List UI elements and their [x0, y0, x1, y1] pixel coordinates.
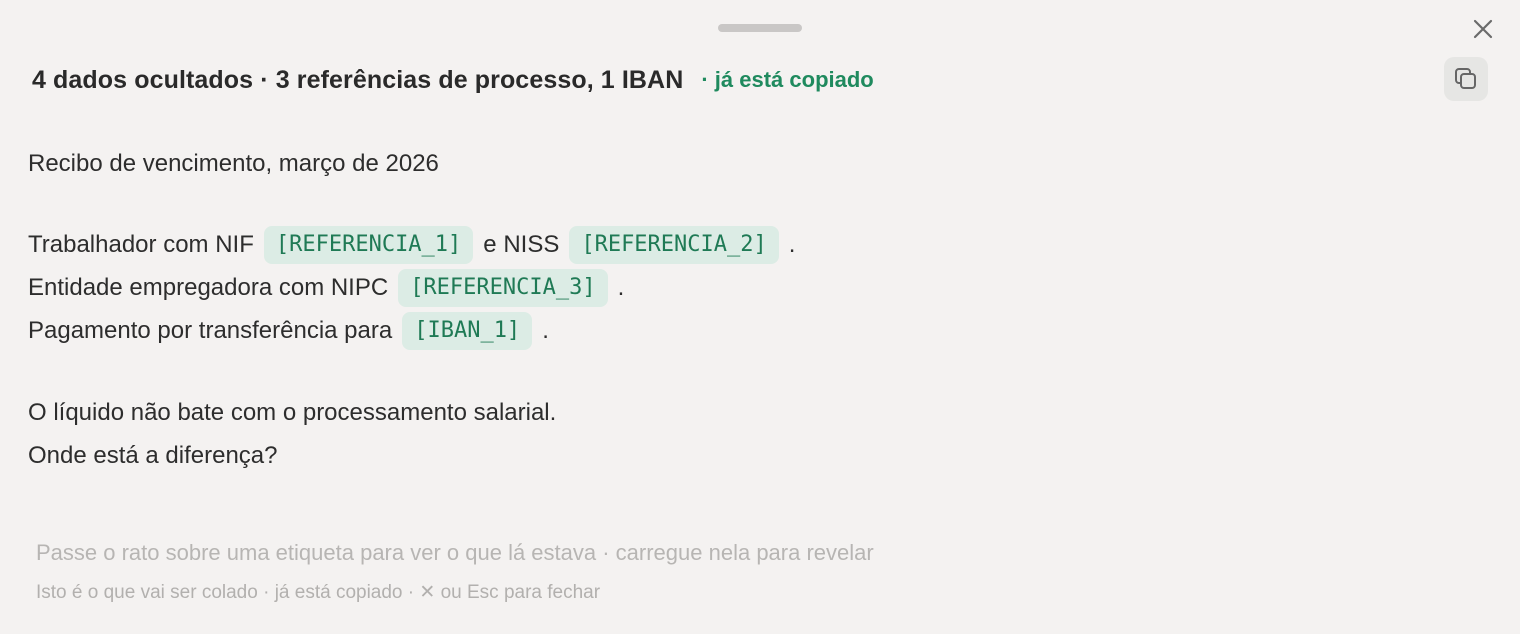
text-segment: e NISS	[483, 230, 560, 258]
text-segment: Entidade empregadora com NIPC	[28, 273, 389, 301]
redaction-tag-iban-1[interactable]: [IBAN_1]	[402, 311, 533, 350]
header-title: 4 dados ocultados · 3 referências de pro…	[32, 65, 684, 94]
redaction-preview-panel: 4 dados ocultados · 3 referências de pro…	[0, 0, 1520, 634]
copy-button[interactable]	[1444, 57, 1488, 101]
text-segment: Trabalhador com NIF	[28, 230, 254, 258]
copy-icon	[1455, 68, 1476, 89]
redaction-tag-referencia-2[interactable]: [REFERENCIA_2]	[569, 225, 779, 264]
redaction-tag-referencia-3[interactable]: [REFERENCIA_3]	[398, 268, 608, 307]
footer-hint: Passe o rato sobre uma etiqueta para ver…	[36, 540, 874, 565]
close-icon	[1473, 19, 1493, 39]
text-line: Onde está a diferença?	[28, 434, 1428, 477]
text-segment: Recibo de vencimento, março de 2026	[28, 149, 439, 177]
text-line: Entidade empregadora com NIPC [REFERENCI…	[28, 266, 1428, 309]
text-segment: O líquido não bate com o processamento s…	[28, 398, 557, 426]
drag-handle[interactable]	[718, 24, 802, 32]
text-line: O líquido não bate com o processamento s…	[28, 391, 1428, 434]
redacted-text: Recibo de vencimento, março de 2026 Trab…	[28, 142, 1428, 477]
text-line: Recibo de vencimento, março de 2026	[28, 142, 1428, 185]
footer-subtext: Isto é o que vai ser colado · já está co…	[36, 582, 601, 603]
text-segment: Pagamento por transferência para	[28, 316, 393, 344]
close-button[interactable]	[1468, 14, 1498, 44]
text-segment: .	[788, 230, 796, 258]
text-segment: .	[542, 316, 549, 344]
text-segment: Onde está a diferença?	[28, 441, 278, 469]
text-line: Trabalhador com NIF [REFERENCIA_1] e NIS…	[28, 223, 1428, 266]
redaction-tag-referencia-1[interactable]: [REFERENCIA_1]	[263, 225, 474, 264]
text-line: Pagamento por transferência para [IBAN_1…	[28, 309, 1428, 352]
header: 4 dados ocultados · 3 referências de pro…	[32, 58, 874, 102]
text-segment: .	[617, 273, 625, 301]
copied-status: · já está copiado	[701, 67, 874, 92]
